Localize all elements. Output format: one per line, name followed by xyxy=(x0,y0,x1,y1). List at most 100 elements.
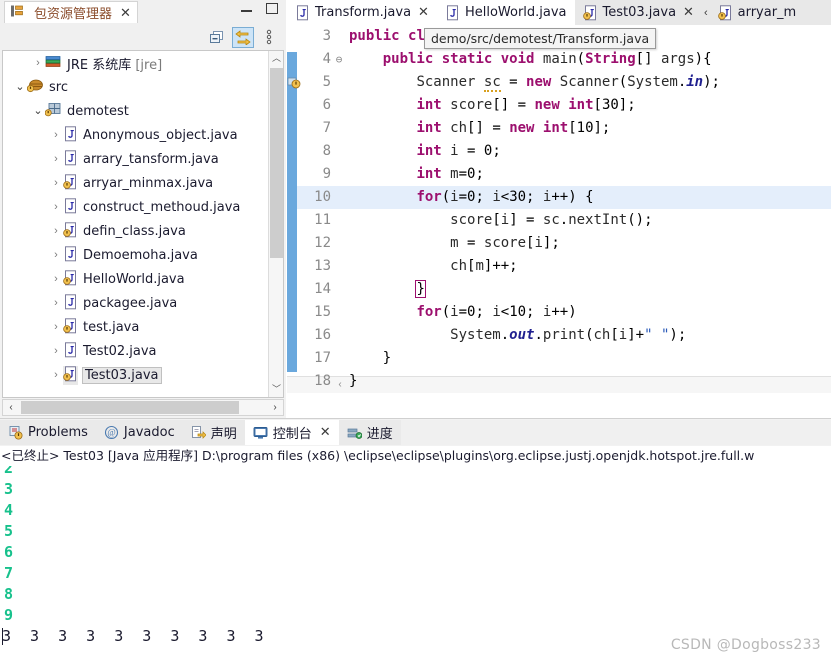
java-file-icon xyxy=(63,293,78,313)
chevron-down-icon[interactable]: ⌄ xyxy=(13,81,27,93)
chevron-right-icon[interactable]: › xyxy=(31,57,45,69)
editor-source-area[interactable]: ‹ demo/src/demotest/Transform.java 3 publ… xyxy=(287,25,831,393)
code-line[interactable]: 17 } xyxy=(287,347,831,370)
code-text: } xyxy=(349,373,358,389)
chevron-right-icon[interactable]: › xyxy=(49,345,63,357)
tab-package-explorer-label: 包资源管理器 xyxy=(34,7,113,22)
hscrollbar-thumb[interactable] xyxy=(21,401,239,414)
code-text: } xyxy=(415,280,426,298)
tree-item-label: Test02.java xyxy=(83,343,157,359)
code-line[interactable]: 12 m = score[i]; xyxy=(287,232,831,255)
chevron-right-icon[interactable]: › xyxy=(49,177,63,189)
chevron-right-icon[interactable]: › xyxy=(49,225,63,237)
warning-marker-icon[interactable] xyxy=(287,75,301,89)
code-line[interactable]: 8 int i = 0; xyxy=(287,140,831,163)
tree-horizontal-scrollbar[interactable]: ‹ › xyxy=(2,399,284,416)
tree-item-jre[interactable]: › JRE 系统库 [jre] xyxy=(3,51,268,75)
code-line[interactable]: 15 for(i=0; i<10; i++) xyxy=(287,301,831,324)
tree-item-anonymous_objectjava[interactable]: › Anonymous_object.java xyxy=(3,123,268,147)
scroll-down-icon[interactable]: ﹀ xyxy=(269,382,283,397)
code-line[interactable]: 14 } xyxy=(287,278,831,301)
scrollbar-thumb[interactable] xyxy=(270,68,283,258)
bottom-tab-javadoc[interactable]: @ Javadoc xyxy=(95,420,183,445)
package-explorer-tabrow: 包资源管理器 ✕ xyxy=(0,0,286,24)
chevron-right-icon[interactable]: › xyxy=(49,297,63,309)
package-explorer-view: 包资源管理器 ✕ › JRE 系统库 [jre] ⌄ src ⌄ demotes… xyxy=(0,0,286,418)
tree-item-label: test.java xyxy=(83,319,140,335)
editor-tab-arryar_m[interactable]: arryar_m xyxy=(709,0,805,25)
bottom-tab-label: 控制台 xyxy=(272,427,312,442)
console-output-line: 2 xyxy=(4,466,14,477)
code-line[interactable]: 7 int ch[] = new int[10]; xyxy=(287,117,831,140)
bottom-tab-cn3[interactable]: 控制台 ✕ xyxy=(244,420,339,445)
console-status-line: <已终止> Test03 [Java 应用程序] D:\program file… xyxy=(0,446,831,466)
code-line[interactable]: 4 ⊖ public static void main(String[] args… xyxy=(287,48,831,71)
console-output-line: 5 xyxy=(4,522,14,540)
code-line[interactable]: 13 ch[m]++; xyxy=(287,255,831,278)
view-menu-icon[interactable] xyxy=(258,27,280,48)
close-icon[interactable]: ✕ xyxy=(320,425,331,440)
chevron-right-icon[interactable]: › xyxy=(49,321,63,333)
collapse-all-icon[interactable] xyxy=(206,27,228,48)
code-line[interactable]: 18} xyxy=(287,370,831,393)
chevron-right-icon[interactable]: › xyxy=(49,273,63,285)
console-output-line: 3 xyxy=(4,480,14,498)
code-line[interactable]: 6 int score[] = new int[30]; xyxy=(287,94,831,117)
code-line[interactable]: 9 int m=0; xyxy=(287,163,831,186)
code-text: Scanner sc = new Scanner(System.in); xyxy=(416,74,720,92)
line-number: 14 xyxy=(314,281,331,297)
tree-item-demoemohajava[interactable]: › Demoemoha.java xyxy=(3,243,268,267)
tree-item-src[interactable]: ⌄ src xyxy=(3,75,268,99)
close-icon[interactable]: ✕ xyxy=(418,5,429,20)
editor-tab-test03java[interactable]: Test03.java ✕ xyxy=(574,0,702,25)
tab-overflow-icon[interactable]: ‹ xyxy=(702,0,710,25)
code-line[interactable]: 5 Scanner sc = new Scanner(System.in); xyxy=(287,71,831,94)
chevron-right-icon[interactable]: › xyxy=(49,129,63,141)
tree-item-label: packagee.java xyxy=(83,295,178,311)
tree-item-testjava[interactable]: › test.java xyxy=(3,315,268,339)
console-output-line: 4 xyxy=(4,501,14,519)
editor-path-tooltip: demo/src/demotest/Transform.java xyxy=(424,28,657,49)
tree-item-construct_methoudjava[interactable]: › construct_methoud.java xyxy=(3,195,268,219)
console-output-line: 8 xyxy=(4,585,14,603)
chevron-right-icon[interactable]: › xyxy=(49,153,63,165)
close-icon[interactable]: ✕ xyxy=(120,6,131,19)
scroll-left-icon[interactable]: ‹ xyxy=(3,400,19,415)
tree-item-test02java[interactable]: › Test02.java xyxy=(3,339,268,363)
package-explorer-tree[interactable]: › JRE 系统库 [jre] ⌄ src ⌄ demotest › Anonymous_ob… xyxy=(2,50,284,398)
tree-item-arryar_minmaxjava[interactable]: › arryar_minmax.java xyxy=(3,171,268,195)
minimize-icon[interactable] xyxy=(241,4,252,13)
package-icon xyxy=(44,102,62,120)
tree-item-defin_classjava[interactable]: › defin_class.java xyxy=(3,219,268,243)
close-icon[interactable]: ✕ xyxy=(683,5,694,20)
bottom-tab-cn4[interactable]: 进度 xyxy=(338,420,401,445)
console-output[interactable]: CSDN @Dogboss233 2 3 4 5 6 7 8 9 3 3 3 3 3 3 3 3… xyxy=(0,466,831,667)
tree-item-suffix: [jre] xyxy=(131,57,163,73)
tree-item-arrary_tansformjava[interactable]: › arrary_tansform.java xyxy=(3,147,268,171)
scroll-up-icon[interactable]: ︿ xyxy=(269,51,283,66)
code-line[interactable]: 10 for(i=0; i<30; i++) { xyxy=(287,186,831,209)
tree-item-helloworldjava[interactable]: › HelloWorld.java xyxy=(3,267,268,291)
code-line[interactable]: 11 score[i] = sc.nextInt(); xyxy=(287,209,831,232)
tab-package-explorer[interactable]: 包资源管理器 ✕ xyxy=(4,1,138,23)
chevron-right-icon[interactable]: › xyxy=(49,369,63,381)
fold-collapse-icon[interactable]: ⊖ xyxy=(333,48,345,71)
tree-item-demotest[interactable]: ⌄ demotest xyxy=(3,99,268,123)
code-line[interactable]: 16 System.out.print(ch[i]+" "); xyxy=(287,324,831,347)
chevron-right-icon[interactable]: › xyxy=(49,201,63,213)
maximize-icon[interactable] xyxy=(266,3,278,14)
bottom-tab-problems[interactable]: Problems xyxy=(0,420,96,445)
scroll-right-icon[interactable]: › xyxy=(267,400,283,415)
tree-vertical-scrollbar[interactable]: ︿ ﹀ xyxy=(268,51,283,397)
tree-item-label: demotest xyxy=(67,103,129,119)
link-with-editor-icon[interactable] xyxy=(232,26,254,48)
chevron-right-icon[interactable]: › xyxy=(49,249,63,261)
tree-item-packageejava[interactable]: › packagee.java xyxy=(3,291,268,315)
java-file-icon xyxy=(63,245,78,265)
tree-item-label: defin_class.java xyxy=(83,223,186,239)
chevron-down-icon[interactable]: ⌄ xyxy=(31,105,45,117)
bottom-tab-cn2[interactable]: 声明 xyxy=(182,420,245,445)
editor-tab-helloworldjava[interactable]: HelloWorld.java xyxy=(436,0,575,25)
tree-item-test03java[interactable]: › Test03.java xyxy=(3,363,268,387)
editor-tab-transformjava[interactable]: Transform.java ✕ xyxy=(287,0,437,25)
